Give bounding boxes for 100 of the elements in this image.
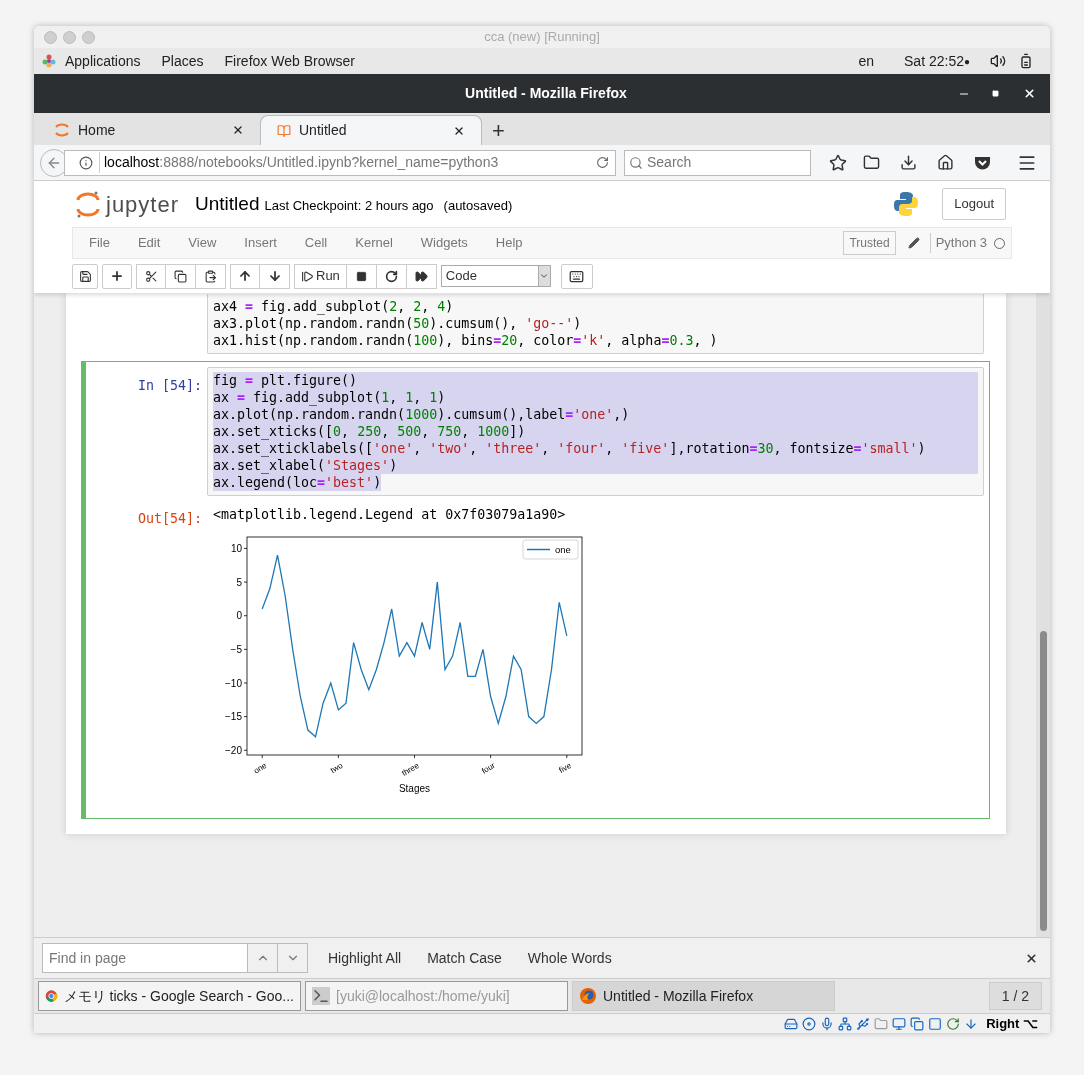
pocket-icon[interactable] bbox=[974, 154, 991, 171]
notebook-menu-item[interactable]: View bbox=[188, 233, 217, 253]
new-tab-button[interactable]: + bbox=[482, 115, 515, 145]
address-field[interactable]: localhost:8888/notebooks/Untitled.ipynb?kernel_name=python3 bbox=[64, 149, 616, 176]
notebook-menu-item[interactable]: File bbox=[89, 233, 110, 253]
insert-cell-button[interactable] bbox=[102, 263, 132, 289]
copy-button[interactable] bbox=[166, 263, 196, 289]
apps-icon bbox=[42, 54, 56, 68]
browser-tab[interactable]: Home bbox=[38, 115, 260, 145]
search-icon bbox=[629, 155, 643, 170]
bookmark-star-icon[interactable] bbox=[829, 153, 847, 172]
notification-dot: ● bbox=[963, 54, 970, 69]
close-tab-icon[interactable] bbox=[232, 124, 244, 136]
notebook-name[interactable]: Untitled bbox=[195, 189, 260, 219]
workspace-indicator[interactable]: 1 / 2 bbox=[988, 982, 1042, 1010]
battery-icon[interactable] bbox=[1018, 53, 1034, 69]
find-option-button[interactable]: Highlight All bbox=[328, 947, 402, 969]
keyboard-shortcuts-button[interactable] bbox=[560, 263, 593, 289]
code-line: ax4 = fig.add_subplot(2, 2, 4) bbox=[213, 298, 454, 315]
jupyter-logo-icon bbox=[54, 122, 70, 138]
y-tick-label: 5 bbox=[236, 576, 242, 588]
x-tick-label: five bbox=[557, 760, 573, 775]
plus-icon bbox=[110, 269, 124, 283]
run-all-button[interactable] bbox=[406, 263, 437, 289]
notebook-cell[interactable]: ax4 = fig.add_subplot(2, 2, 4) ax3.plot(np.random.randn(50).cumsum(), 'go--') ax1.hist(np.random.randn(100), bins=20, color='k', alpha=0.3, ) bbox=[81, 293, 990, 355]
restart-icon bbox=[384, 269, 398, 283]
fast-forward-icon bbox=[414, 269, 428, 283]
move-down-button[interactable] bbox=[260, 263, 290, 289]
volume-icon[interactable] bbox=[990, 53, 1006, 69]
optical-disc-icon[interactable] bbox=[802, 1016, 817, 1031]
cut-button[interactable] bbox=[136, 263, 166, 289]
edit-icon[interactable] bbox=[907, 237, 920, 249]
close-icon[interactable] bbox=[1025, 951, 1038, 965]
language-indicator[interactable]: en bbox=[858, 50, 874, 72]
network-icon[interactable] bbox=[838, 1016, 853, 1031]
legend: one bbox=[522, 539, 579, 560]
notebook-menu-item[interactable]: Edit bbox=[137, 233, 161, 253]
autosave-status: (autosaved) bbox=[443, 196, 513, 215]
x-tick-label: four bbox=[480, 760, 497, 776]
paste-button[interactable] bbox=[196, 263, 226, 289]
y-tick-label: 10 bbox=[230, 542, 242, 554]
notebook-menu-item[interactable]: Widgets bbox=[420, 233, 468, 253]
y-tick-label: −15 bbox=[225, 711, 242, 723]
input-prompt: In [54]: bbox=[137, 378, 202, 393]
download-icon[interactable] bbox=[900, 154, 917, 171]
save-button[interactable] bbox=[72, 263, 98, 289]
home-icon[interactable] bbox=[937, 154, 954, 171]
jupyter-wordmark[interactable]: jupyter bbox=[106, 187, 180, 221]
paste-icon bbox=[204, 269, 217, 283]
top-menu[interactable]: Places bbox=[161, 50, 204, 72]
window-title: Untitled - Mozilla Firefox bbox=[464, 84, 628, 103]
notebook-menu-item[interactable]: Insert bbox=[244, 233, 277, 253]
y-tick-label: −5 bbox=[230, 643, 242, 655]
maximize-icon[interactable] bbox=[992, 90, 999, 97]
notebook-menu-item[interactable]: Help bbox=[495, 233, 523, 253]
notebook-menu-item[interactable]: Cell bbox=[304, 233, 328, 253]
x-tick-label: three bbox=[400, 760, 421, 778]
notebook-menu-item[interactable]: Kernel bbox=[355, 233, 393, 253]
arrow-down-icon bbox=[267, 269, 282, 283]
code-input-area[interactable] bbox=[207, 367, 984, 496]
y-tick-label: −10 bbox=[225, 677, 242, 689]
search-field[interactable]: Search bbox=[624, 149, 811, 176]
close-icon[interactable] bbox=[1023, 87, 1036, 100]
legend-label: one bbox=[555, 544, 571, 555]
reload-icon[interactable] bbox=[596, 156, 609, 169]
logout-button[interactable]: Logout bbox=[942, 188, 1006, 220]
stop-button[interactable] bbox=[346, 263, 377, 289]
taskbar-item[interactable]: Untitled - Mozilla Firefox bbox=[572, 981, 835, 1011]
code-line: ax3.plot(np.random.randn(50).cumsum(), 'go--') bbox=[213, 315, 582, 332]
top-menu[interactable]: Firefox Web Browser bbox=[224, 50, 355, 72]
top-menu[interactable]: Applications bbox=[65, 50, 141, 72]
cell-type-select[interactable]: Code bbox=[440, 265, 551, 287]
scrollbar[interactable] bbox=[1036, 293, 1050, 937]
clock[interactable]: Sat 22:52 bbox=[904, 50, 964, 72]
book-icon bbox=[277, 123, 291, 138]
save-icon bbox=[78, 269, 92, 283]
info-icon[interactable] bbox=[79, 155, 93, 170]
browser-logo-icon bbox=[45, 987, 58, 1005]
code-line: ax1.hist(np.random.randn(100), bins=20, color='k', alpha=0.3, ) bbox=[213, 332, 718, 349]
audio-icon[interactable] bbox=[820, 1016, 835, 1031]
trusted-badge[interactable]: Trusted bbox=[843, 231, 896, 255]
restart-button[interactable] bbox=[376, 263, 407, 289]
find-option-button[interactable]: Whole Words bbox=[527, 947, 612, 969]
x-axis-label: Stages bbox=[398, 783, 431, 794]
browser-tab[interactable]: Untitled bbox=[260, 115, 482, 145]
usb-icon[interactable] bbox=[856, 1016, 871, 1031]
notebook-cell[interactable] bbox=[81, 361, 990, 819]
display-icon[interactable] bbox=[892, 1016, 907, 1031]
refresh-icon[interactable] bbox=[946, 1016, 961, 1031]
y-tick-label: −20 bbox=[225, 744, 242, 756]
find-field[interactable]: Find in page bbox=[42, 943, 248, 973]
code-input-area[interactable]: ax4 = fig.add_subplot(2, 2, 4) ax3.plot(np.random.randn(50).cumsum(), 'go--') ax1.hist(np.random.randn(100), bins=20, color='k', alpha=0.3, ) bbox=[207, 294, 984, 354]
find-option-button[interactable]: Match Case bbox=[427, 947, 502, 969]
scissors-icon bbox=[144, 269, 158, 283]
run-button[interactable]: Run bbox=[294, 263, 347, 289]
terminal-icon bbox=[312, 987, 330, 1005]
taskbar-item[interactable]: メモリ ticks - Google Search - Goo... bbox=[38, 981, 301, 1011]
y-tick-label: 0 bbox=[236, 610, 242, 622]
step-icon bbox=[301, 269, 314, 283]
move-up-button[interactable] bbox=[230, 263, 260, 289]
